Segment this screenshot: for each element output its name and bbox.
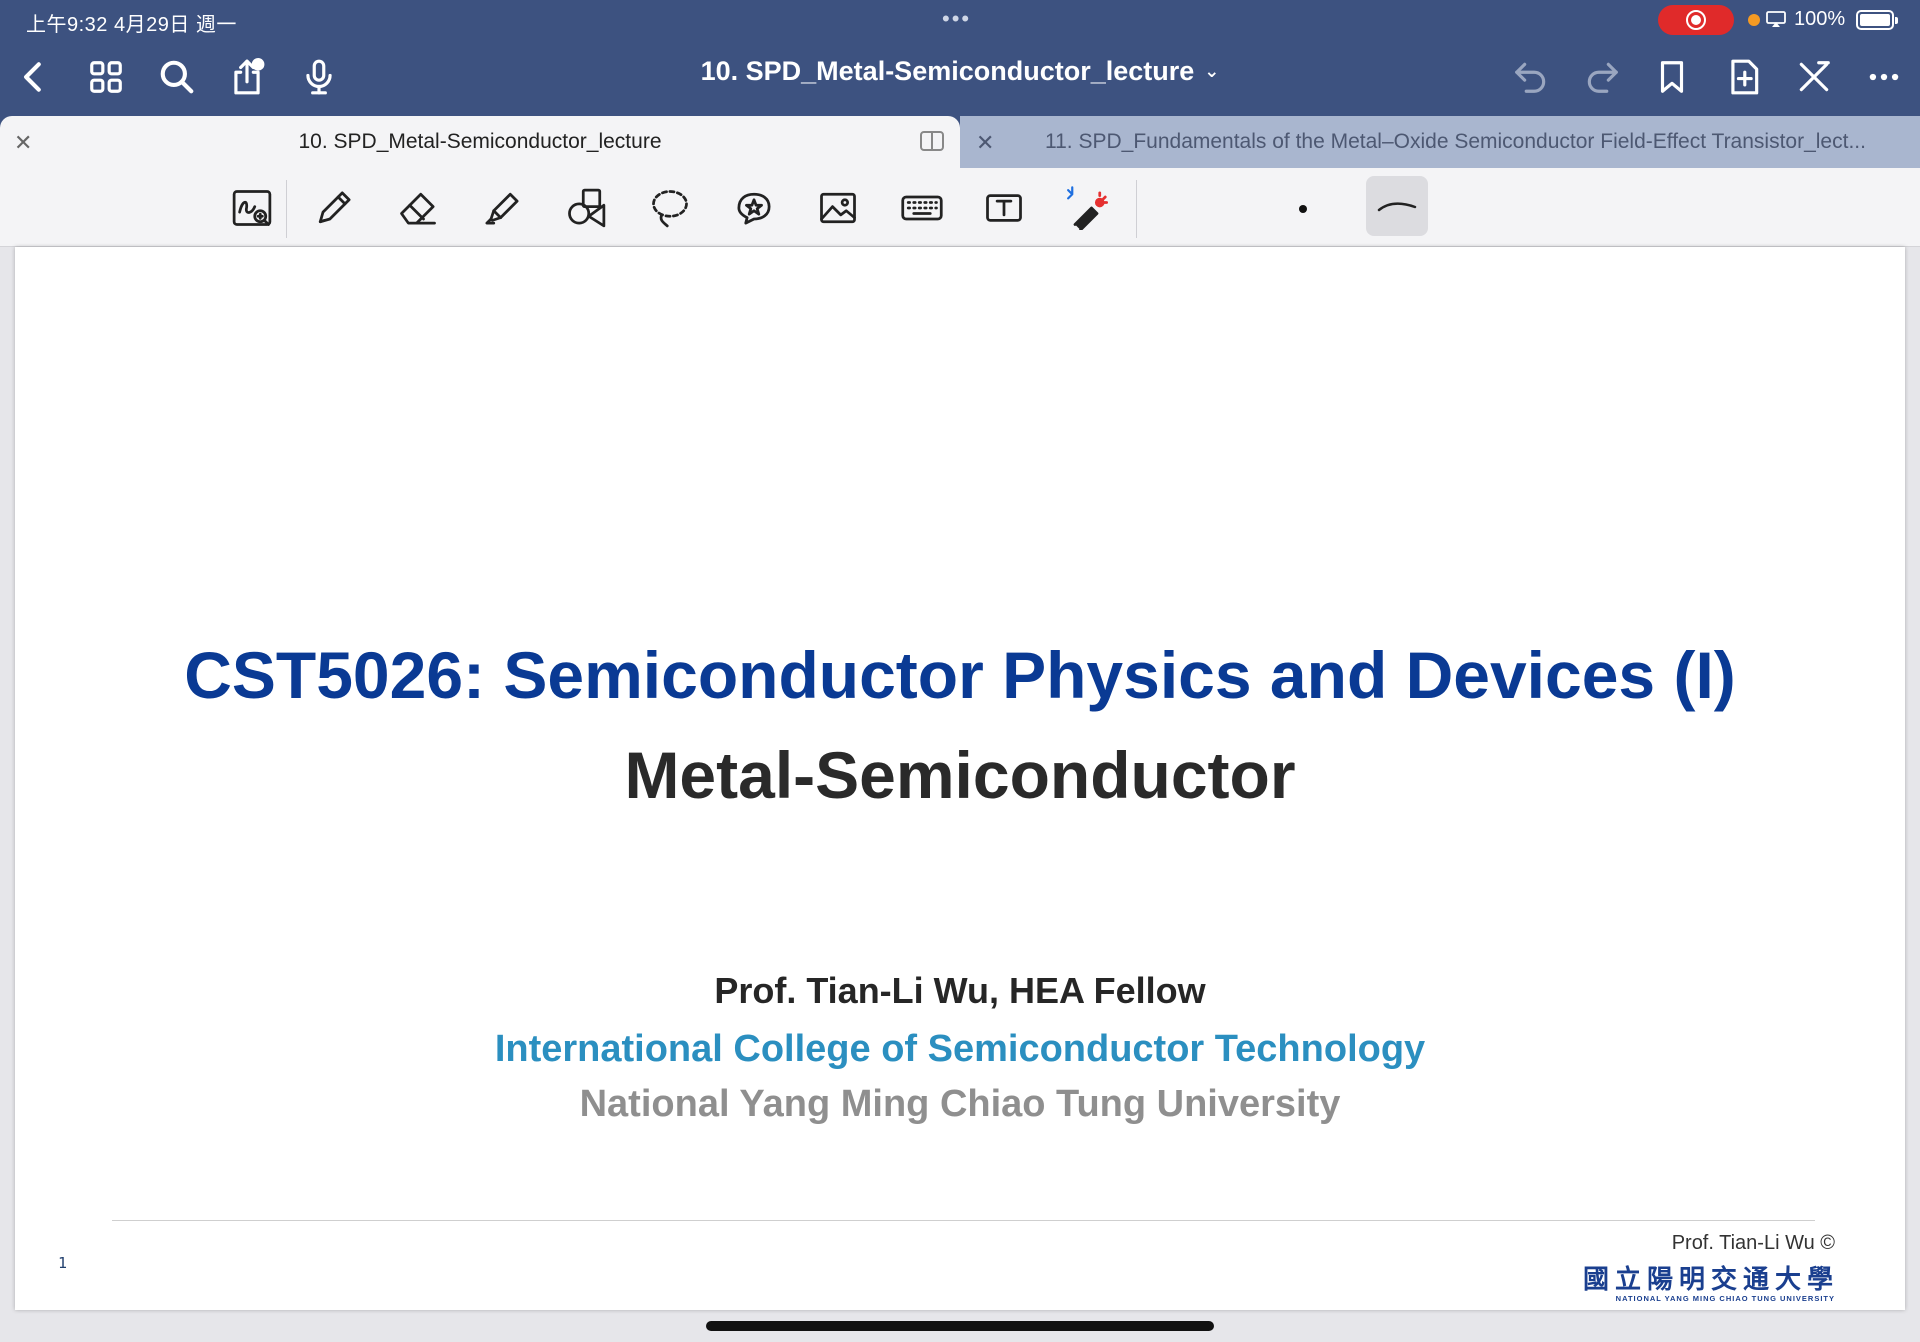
tab-document-10[interactable]: ✕ 10. SPD_Metal-Semiconductor_lecture — [0, 116, 960, 168]
highlighter-icon[interactable] — [474, 182, 530, 234]
document-title[interactable]: 10. SPD_Metal-Semiconductor_lecture ⌄ — [640, 56, 1280, 87]
tab-close-icon[interactable]: ✕ — [976, 130, 994, 156]
add-page-icon[interactable] — [1722, 52, 1766, 102]
tab-document-11[interactable]: ✕ 11. SPD_Fundamentals of the Metal–Oxid… — [960, 116, 1920, 168]
keyboard-icon[interactable] — [894, 182, 950, 234]
university-logo-english: NATIONAL YANG MING CHIAO TUNG UNIVERSITY — [1615, 1294, 1835, 1303]
redo-icon[interactable] — [1580, 52, 1624, 102]
close-edit-icon[interactable] — [1792, 52, 1836, 102]
lasso-icon[interactable] — [642, 182, 698, 234]
pen-style-curve-icon[interactable] — [1366, 176, 1428, 236]
text-box-icon[interactable] — [976, 182, 1032, 234]
search-icon[interactable] — [155, 52, 199, 102]
image-icon[interactable] — [810, 182, 866, 234]
slide-university: National Yang Ming Chiao Tung University — [579, 1083, 1341, 1125]
tab-label: 10. SPD_Metal-Semiconductor_lecture — [298, 130, 662, 153]
slide-page-number: 1 — [58, 1254, 68, 1272]
battery-icon — [1856, 10, 1898, 30]
shapes-icon[interactable] — [558, 182, 614, 234]
top-bar: 上午9:32 4月29日 週一 ••• 100% 10. SPD_Metal-S… — [0, 0, 1920, 116]
microphone-icon[interactable] — [297, 52, 341, 102]
pen-thickness-dot[interactable] — [1299, 205, 1307, 213]
tab-bar: ✕ 10. SPD_Metal-Semiconductor_lecture ✕ … — [0, 116, 1920, 168]
screen-recording-icon[interactable] — [1658, 5, 1734, 35]
battery-percentage: 100% — [1794, 8, 1846, 30]
split-view-icon[interactable] — [920, 131, 944, 151]
slide-subtitle: Metal-Semiconductor — [624, 738, 1296, 812]
slide-copyright: Prof. Tian-Li Wu © — [1671, 1232, 1835, 1254]
undo-icon[interactable] — [1509, 52, 1553, 102]
status-time: 上午9:32 4月29日 週一 — [26, 14, 237, 36]
zoom-window-icon[interactable] — [224, 182, 280, 234]
back-icon[interactable] — [12, 52, 56, 102]
tab-close-icon[interactable]: ✕ — [14, 130, 32, 156]
slide-college: International College of Semiconductor T… — [494, 1028, 1426, 1070]
tab-label: 11. SPD_Fundamentals of the Metal–Oxide … — [1045, 130, 1865, 153]
share-icon[interactable] — [225, 52, 269, 102]
university-logo-chinese: 國立陽明交通大學 — [1582, 1264, 1839, 1294]
slide-author: Prof. Tian-Li Wu, HEA Fellow — [714, 970, 1206, 1011]
more-icon[interactable] — [1862, 52, 1906, 102]
pen-icon[interactable] — [306, 182, 362, 234]
annotation-toolbar — [0, 168, 1920, 247]
multitasking-dots-icon[interactable]: ••• — [942, 6, 971, 32]
eraser-icon[interactable] — [390, 182, 446, 234]
bookmark-icon[interactable] — [1650, 52, 1694, 102]
elements-icon[interactable] — [726, 182, 782, 234]
slide-title: CST5026: Semiconductor Physics and Devic… — [184, 638, 1736, 712]
grid-icon[interactable] — [84, 52, 128, 102]
home-indicator[interactable] — [706, 1321, 1214, 1331]
document-page[interactable]: CST5026: Semiconductor Physics and Devic… — [15, 247, 1905, 1310]
status-bar: 上午9:32 4月29日 週一 ••• 100% — [0, 0, 1920, 38]
mic-indicator-icon — [1748, 14, 1760, 26]
chevron-down-icon: ⌄ — [1204, 61, 1220, 81]
laser-pointer-icon[interactable] — [1058, 182, 1114, 234]
footer-divider — [112, 1220, 1815, 1221]
document-title-text: 10. SPD_Metal-Semiconductor_lecture — [700, 56, 1195, 86]
screen-mirror-icon — [1766, 11, 1786, 27]
